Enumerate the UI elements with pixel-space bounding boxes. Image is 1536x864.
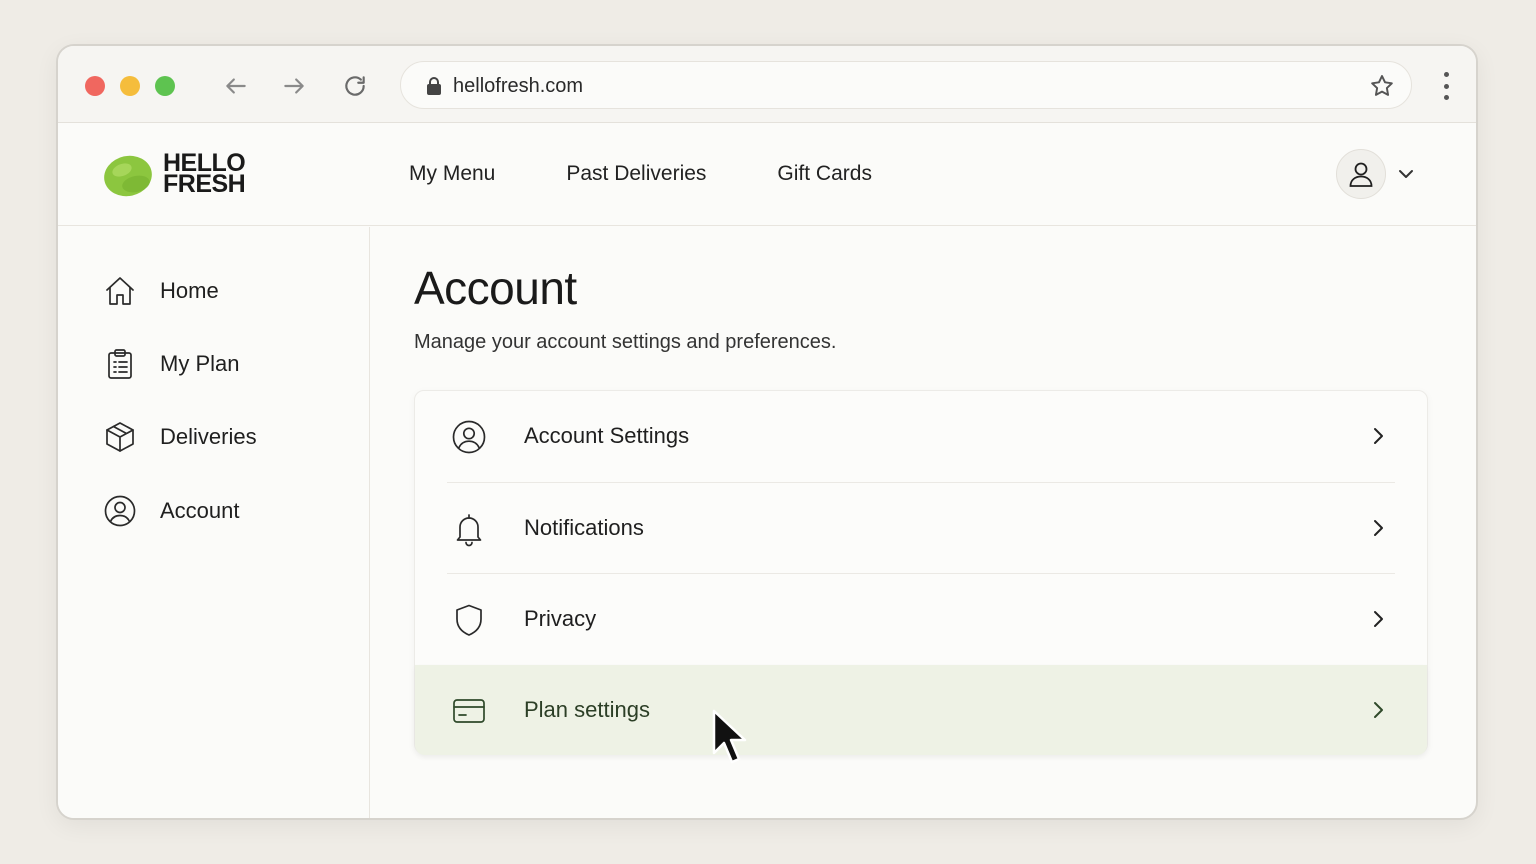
site-header: HELLO FRESH My Menu Past Deliveries Gift… [58,124,1476,226]
row-label: Notifications [524,515,644,540]
forward-button[interactable] [278,70,310,102]
profile-button[interactable] [1336,149,1386,199]
row-notifications[interactable]: Notifications [415,483,1427,573]
sidebar-item-account[interactable]: Account [102,491,240,531]
browser-toolbar: hellofresh.com [58,46,1476,123]
sidebar-item-label: Account [160,498,240,523]
browser-window: hellofresh.com HELLO FRESH My Menu Past … [56,44,1478,820]
bell-icon [451,511,487,547]
shield-icon [451,602,487,638]
minimize-window-button[interactable] [120,76,140,96]
reload-button[interactable] [339,70,371,102]
maximize-window-button[interactable] [155,76,175,96]
user-circle-icon [451,419,487,455]
sidebar-item-label: Deliveries [160,424,257,449]
credit-card-icon [451,693,487,729]
arrow-right-icon [284,78,304,94]
row-account-settings[interactable]: Account Settings [415,391,1427,481]
chevron-right-icon [1367,699,1389,721]
nav-gift-cards[interactable]: Gift Cards [777,162,872,186]
browser-menu-button[interactable] [1442,72,1450,100]
row-plan-settings[interactable]: Plan settings [415,665,1427,755]
home-icon [102,273,138,309]
row-privacy[interactable]: Privacy [415,574,1427,664]
sidebar-item-my-plan[interactable]: My Plan [102,344,239,384]
chevron-right-icon [1367,517,1389,539]
page-subtitle: Manage your account settings and prefere… [414,331,837,353]
sidebar-item-home[interactable]: Home [102,271,219,311]
arrow-left-icon [226,78,246,94]
profile-dropdown-button[interactable] [1396,164,1416,184]
address-bar[interactable]: hellofresh.com [400,61,1412,109]
sidebar-item-label: Home [160,278,219,303]
sidebar-item-deliveries[interactable]: Deliveries [102,417,257,457]
mouse-cursor-icon [712,709,747,764]
clipboard-icon [102,346,138,382]
logo-wordmark: HELLO FRESH [163,149,246,198]
main-content: Account Manage your account settings and… [414,227,1434,818]
url-text: hellofresh.com [453,75,584,97]
hellofresh-logo[interactable]: HELLO FRESH [102,149,262,202]
row-label: Account Settings [524,423,690,448]
nav-past-deliveries[interactable]: Past Deliveries [566,162,706,186]
row-label: Plan settings [524,697,650,722]
back-button[interactable] [220,70,252,102]
chevron-right-icon [1367,425,1389,447]
lock-icon [425,76,443,96]
lime-logo-icon [104,155,152,197]
close-window-button[interactable] [85,76,105,96]
user-icon [1349,162,1373,187]
settings-card: Account Settings Notifications Privacy P… [414,390,1428,755]
top-nav: My Menu Past Deliveries Gift Cards [409,162,943,186]
page-title: Account [414,262,577,314]
user-circle-icon [102,493,138,529]
bookmark-star-icon[interactable] [1369,73,1395,99]
sidebar-item-label: My Plan [160,351,240,376]
sidebar: Home My Plan Deliveries Account [58,227,370,818]
chevron-down-icon [1399,170,1413,178]
chevron-right-icon [1367,608,1389,630]
reload-icon [345,76,365,96]
row-label: Privacy [524,606,597,631]
box-icon [102,419,138,455]
nav-my-menu[interactable]: My Menu [409,162,495,186]
